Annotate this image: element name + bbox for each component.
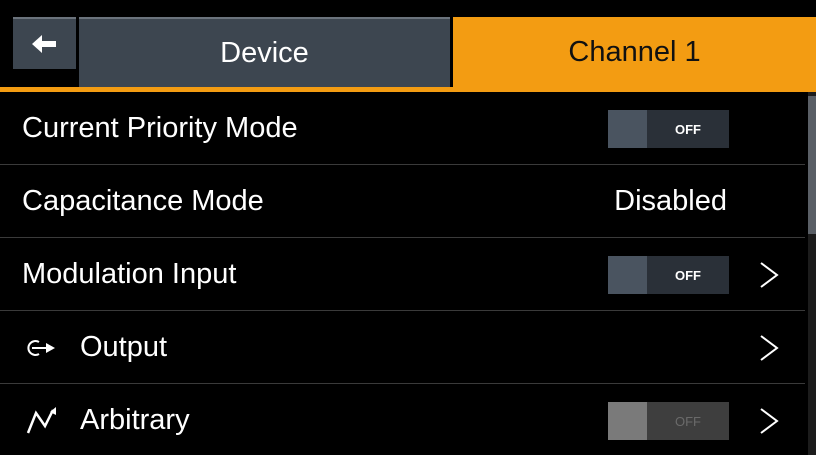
chevron-right-icon[interactable]: [757, 406, 781, 436]
tab-channel-1[interactable]: Channel 1: [453, 17, 816, 87]
row-capacitance-mode[interactable]: Capacitance Mode Disabled: [0, 165, 805, 238]
back-button[interactable]: [13, 17, 76, 69]
output-icon: [22, 338, 62, 358]
toggle-knob: [608, 402, 647, 440]
row-label: Output: [80, 331, 168, 363]
row-label: Capacitance Mode: [22, 185, 264, 217]
row-label: Modulation Input: [22, 258, 237, 290]
row-current-priority-mode[interactable]: Current Priority Mode OFF: [0, 92, 805, 165]
chevron-right-icon[interactable]: [757, 333, 781, 363]
screen: Device Channel 1 Current Priority Mode O…: [0, 0, 816, 455]
settings-list: Current Priority Mode OFF Capacitance Mo…: [0, 92, 805, 455]
arbitrary-toggle[interactable]: OFF: [608, 402, 729, 440]
row-arbitrary[interactable]: Arbitrary OFF: [0, 384, 805, 455]
scrollbar[interactable]: [808, 92, 816, 455]
tab-channel-1-label: Channel 1: [568, 35, 701, 68]
modulation-input-toggle[interactable]: OFF: [608, 256, 729, 294]
row-modulation-input[interactable]: Modulation Input OFF: [0, 238, 805, 311]
toggle-state-text: OFF: [647, 110, 729, 148]
tab-device-label: Device: [220, 36, 309, 69]
toggle-state-text: OFF: [647, 402, 729, 440]
row-label: Arbitrary: [80, 404, 190, 436]
toggle-state-text: OFF: [647, 256, 729, 294]
header: Device Channel 1: [0, 0, 816, 94]
current-priority-mode-toggle[interactable]: OFF: [608, 110, 729, 148]
capacitance-mode-value[interactable]: Disabled: [614, 165, 727, 238]
row-output[interactable]: Output: [0, 311, 805, 384]
tab-device[interactable]: Device: [79, 17, 450, 87]
arbitrary-icon: [22, 406, 62, 436]
toggle-knob: [608, 256, 647, 294]
chevron-right-icon[interactable]: [757, 260, 781, 290]
row-label-container: Output: [22, 311, 167, 384]
row-label-container: Arbitrary: [22, 384, 190, 455]
toggle-knob: [608, 110, 647, 148]
row-label: Current Priority Mode: [22, 112, 298, 144]
arrow-left-icon: [31, 35, 56, 53]
scrollbar-thumb[interactable]: [808, 96, 816, 234]
